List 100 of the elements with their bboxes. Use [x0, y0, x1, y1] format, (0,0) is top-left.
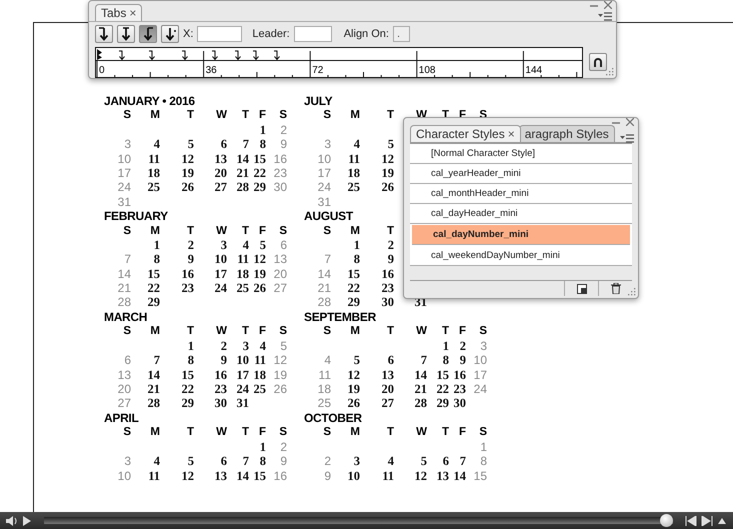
weekday-header: S — [123, 224, 131, 238]
day-number: 12 — [274, 353, 287, 368]
panel-menu-icon[interactable] — [620, 134, 634, 143]
panel-menu-icon[interactable] — [598, 12, 612, 21]
weekday-header: W — [216, 324, 227, 339]
step-back-button[interactable] — [685, 516, 697, 526]
day-number: 13 — [274, 252, 287, 267]
weekday-header: T — [386, 108, 394, 123]
tab-close-icon[interactable]: × — [129, 6, 136, 20]
day-number: 2 — [220, 338, 227, 354]
volume-button[interactable] — [6, 516, 18, 526]
tab-stop-icon[interactable] — [148, 50, 155, 60]
day-number: 14 — [236, 152, 249, 166]
triangle-up-icon — [717, 516, 727, 526]
tab-stop-icon[interactable] — [274, 50, 280, 60]
day-number: 23 — [454, 382, 466, 396]
day-number: 20 — [118, 382, 131, 396]
panel-tab[interactable]: Tabs × — [95, 4, 142, 21]
tab-align-button[interactable] — [161, 24, 179, 42]
x-label: X: — [183, 28, 194, 40]
trash-icon — [610, 283, 620, 294]
play-button[interactable] — [22, 516, 32, 526]
day-number: 2 — [324, 454, 331, 469]
day-number: 29 — [254, 180, 266, 195]
snap-ruler-button[interactable] — [589, 53, 607, 71]
day-number: 9 — [188, 252, 194, 267]
day-number: 30 — [454, 396, 466, 411]
day-number: 2 — [280, 440, 287, 454]
day-number: 11 — [148, 468, 160, 483]
day-number: 14 — [118, 266, 131, 282]
day-number: 16 — [382, 266, 394, 282]
weekday-header: T — [442, 425, 449, 440]
day-number: 6 — [220, 454, 227, 469]
tab-close-icon[interactable]: × — [508, 127, 515, 141]
weekday-header: S — [123, 108, 131, 123]
day-number: 3 — [480, 338, 487, 354]
weekday-header: M — [350, 324, 360, 339]
day-number: 17 — [474, 368, 487, 382]
leader-field[interactable] — [294, 26, 332, 42]
day-number: 28 — [236, 180, 249, 195]
tab-align-button[interactable] — [117, 24, 135, 42]
indent-marker-icon[interactable] — [97, 49, 102, 60]
tab-stop-icon[interactable] — [252, 50, 259, 60]
day-number: 10 — [118, 152, 131, 166]
speaker-icon — [6, 516, 18, 526]
day-number: 22 — [254, 166, 266, 180]
panel-tab[interactable]: aragraph Styles — [518, 125, 615, 142]
day-number: 17 — [318, 166, 331, 180]
day-number: 12 — [414, 468, 427, 483]
day-number: 30 — [274, 180, 287, 195]
day-number: 12 — [182, 152, 194, 166]
tab-align-button[interactable] — [95, 24, 113, 42]
day-number: 2 — [280, 122, 287, 138]
day-number: 21 — [148, 382, 160, 396]
tab-ruler[interactable]: 0 36 72 108 144 — [95, 47, 583, 78]
close-icon[interactable] — [604, 1, 612, 9]
day-number: 21 — [414, 382, 427, 396]
weekday-header: M — [150, 108, 160, 123]
panel-tab[interactable]: Character Styles × — [410, 125, 521, 142]
style-list-item[interactable]: cal_dayNumber_mini — [412, 225, 630, 245]
x-position-field[interactable] — [197, 26, 242, 42]
day-number: 17 — [236, 368, 249, 382]
fullscreen-button[interactable] — [717, 516, 727, 526]
day-number: 19 — [274, 368, 287, 382]
day-number: 8 — [260, 454, 266, 469]
day-number: 5 — [188, 137, 194, 152]
weekday-header: S — [123, 425, 131, 440]
day-number: 3 — [242, 338, 249, 354]
weekday-header: T — [442, 324, 449, 339]
day-number: 10 — [348, 468, 360, 483]
weekday-header: M — [350, 224, 360, 238]
weekday-header: W — [416, 425, 427, 440]
resize-grip-icon[interactable] — [605, 67, 614, 76]
day-number: 24 — [318, 180, 331, 195]
resize-grip-icon[interactable] — [627, 287, 636, 296]
day-number: 28 — [118, 295, 131, 310]
day-number: 10 — [214, 252, 227, 267]
align-on-field[interactable]: . — [392, 26, 410, 42]
day-number: 30 — [382, 295, 394, 310]
tab-stop-icon[interactable] — [234, 50, 241, 60]
tab-stop-icon[interactable] — [182, 50, 188, 60]
day-number: 19 — [182, 166, 194, 180]
day-number: 9 — [460, 353, 466, 368]
day-number: 10 — [474, 353, 487, 368]
day-number: 21 — [236, 166, 249, 180]
close-icon[interactable] — [626, 118, 634, 126]
day-number: 7 — [460, 454, 466, 469]
progress-thumb[interactable] — [660, 514, 673, 527]
tab-stop-icon[interactable] — [118, 50, 125, 60]
tab-align-button[interactable] — [139, 24, 157, 42]
tab-stop-icon[interactable] — [212, 50, 218, 60]
step-forward-button[interactable] — [701, 516, 713, 526]
day-number: 25 — [148, 180, 160, 195]
month-title: APRIL — [104, 411, 139, 426]
day-number: 13 — [382, 368, 394, 382]
month-title: JANUARY • 2016 — [104, 94, 195, 108]
weekday-header: S — [323, 108, 331, 123]
weekday-header: F — [458, 425, 466, 440]
day-number: 6 — [280, 238, 287, 252]
day-number: 5 — [188, 454, 194, 469]
